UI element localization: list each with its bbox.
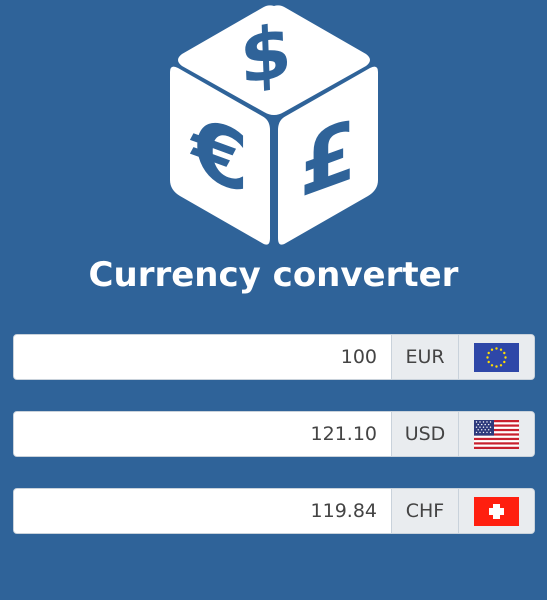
usd-amount-input[interactable] (14, 412, 391, 456)
us-flag-icon (458, 412, 534, 456)
page-title: Currency converter (88, 255, 459, 295)
eur-amount-input[interactable] (14, 335, 391, 379)
currency-cube-icon: $ € £ (170, 5, 378, 245)
dollar-symbol: $ (238, 8, 293, 102)
eu-flag-icon (458, 335, 534, 379)
currency-row-usd: USD (13, 411, 535, 457)
usd-code-label: USD (391, 412, 458, 456)
ch-flag-icon (458, 489, 534, 533)
eur-code-label: EUR (391, 335, 458, 379)
chf-amount-input[interactable] (14, 489, 391, 533)
currency-row-eur: EUR (13, 334, 535, 380)
chf-code-label: CHF (391, 489, 458, 533)
currency-row-chf: CHF (13, 488, 535, 534)
